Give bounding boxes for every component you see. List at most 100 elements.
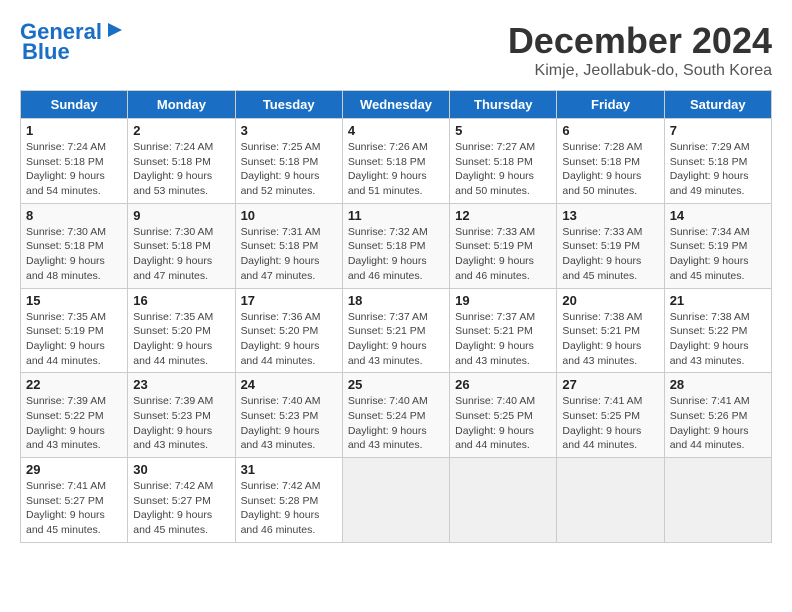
calendar-cell: 7Sunrise: 7:29 AM Sunset: 5:18 PM Daylig…	[664, 119, 771, 204]
day-number: 22	[26, 377, 122, 392]
day-number: 28	[670, 377, 766, 392]
day-number: 3	[241, 123, 337, 138]
weekday-header-wednesday: Wednesday	[342, 91, 449, 119]
day-info: Sunrise: 7:36 AM Sunset: 5:20 PM Dayligh…	[241, 310, 337, 369]
day-info: Sunrise: 7:37 AM Sunset: 5:21 PM Dayligh…	[455, 310, 551, 369]
calendar-cell: 22 Sunrise: 7:39 AM Sunset: 5:22 PM Dayli…	[21, 373, 128, 458]
day-number: 25	[348, 377, 444, 392]
calendar-cell: 27 Sunrise: 7:41 AM Sunset: 5:25 PM Dayli…	[557, 373, 664, 458]
logo-blue-text: Blue	[22, 39, 70, 64]
day-info: Sunrise: 7:28 AM Sunset: 5:18 PM Dayligh…	[562, 140, 658, 199]
calendar-cell: 30 Sunrise: 7:42 AM Sunset: 5:27 PM Dayli…	[128, 458, 235, 543]
weekday-header-thursday: Thursday	[450, 91, 557, 119]
calendar-cell: 29Sunrise: 7:41 AM Sunset: 5:27 PM Dayli…	[21, 458, 128, 543]
day-info: Sunrise: 7:26 AM Sunset: 5:18 PM Dayligh…	[348, 140, 444, 199]
day-number: 17	[241, 293, 337, 308]
day-number: 2	[133, 123, 229, 138]
calendar-cell: 21 Sunrise: 7:38 AM Sunset: 5:22 PM Dayli…	[664, 288, 771, 373]
day-number: 19	[455, 293, 551, 308]
day-number: 20	[562, 293, 658, 308]
day-number: 12	[455, 208, 551, 223]
calendar-cell: 14 Sunrise: 7:34 AM Sunset: 5:19 PM Dayli…	[664, 203, 771, 288]
weekday-header-friday: Friday	[557, 91, 664, 119]
calendar-cell: 10 Sunrise: 7:31 AM Sunset: 5:18 PM Dayli…	[235, 203, 342, 288]
day-info: Sunrise: 7:37 AM Sunset: 5:21 PM Dayligh…	[348, 310, 444, 369]
calendar-cell	[342, 458, 449, 543]
logo: General Blue	[20, 20, 126, 64]
day-info: Sunrise: 7:24 AM Sunset: 5:18 PM Dayligh…	[26, 140, 122, 199]
calendar-cell: 2 Sunrise: 7:24 AM Sunset: 5:18 PM Daylig…	[128, 119, 235, 204]
day-info: Sunrise: 7:39 AM Sunset: 5:23 PM Dayligh…	[133, 394, 229, 453]
calendar-table: SundayMondayTuesdayWednesdayThursdayFrid…	[20, 90, 772, 543]
day-number: 31	[241, 462, 337, 477]
calendar-cell: 17 Sunrise: 7:36 AM Sunset: 5:20 PM Dayli…	[235, 288, 342, 373]
day-number: 23	[133, 377, 229, 392]
day-number: 1	[26, 123, 122, 138]
calendar-cell	[664, 458, 771, 543]
day-number: 26	[455, 377, 551, 392]
day-info: Sunrise: 7:40 AM Sunset: 5:23 PM Dayligh…	[241, 394, 337, 453]
day-info: Sunrise: 7:31 AM Sunset: 5:18 PM Dayligh…	[241, 225, 337, 284]
calendar-cell: 4Sunrise: 7:26 AM Sunset: 5:18 PM Daylig…	[342, 119, 449, 204]
day-info: Sunrise: 7:30 AM Sunset: 5:18 PM Dayligh…	[26, 225, 122, 284]
day-info: Sunrise: 7:33 AM Sunset: 5:19 PM Dayligh…	[562, 225, 658, 284]
weekday-header-saturday: Saturday	[664, 91, 771, 119]
day-number: 6	[562, 123, 658, 138]
calendar-cell: 15 Sunrise: 7:35 AM Sunset: 5:19 PM Dayli…	[21, 288, 128, 373]
calendar-cell: 18 Sunrise: 7:37 AM Sunset: 5:21 PM Dayli…	[342, 288, 449, 373]
day-info: Sunrise: 7:41 AM Sunset: 5:27 PM Dayligh…	[26, 479, 122, 538]
calendar-cell: 6 Sunrise: 7:28 AM Sunset: 5:18 PM Daylig…	[557, 119, 664, 204]
calendar-cell: 16Sunrise: 7:35 AM Sunset: 5:20 PM Dayli…	[128, 288, 235, 373]
day-info: Sunrise: 7:32 AM Sunset: 5:18 PM Dayligh…	[348, 225, 444, 284]
location-subtitle: Kimje, Jeollabuk-do, South Korea	[508, 62, 772, 80]
calendar-cell: 31Sunrise: 7:42 AM Sunset: 5:28 PM Dayli…	[235, 458, 342, 543]
page-header: General Blue December 2024 Kimje, Jeolla…	[20, 20, 772, 80]
day-info: Sunrise: 7:34 AM Sunset: 5:19 PM Dayligh…	[670, 225, 766, 284]
day-info: Sunrise: 7:35 AM Sunset: 5:19 PM Dayligh…	[26, 310, 122, 369]
day-number: 21	[670, 293, 766, 308]
day-number: 24	[241, 377, 337, 392]
day-number: 10	[241, 208, 337, 223]
day-info: Sunrise: 7:24 AM Sunset: 5:18 PM Dayligh…	[133, 140, 229, 199]
calendar-cell: 13 Sunrise: 7:33 AM Sunset: 5:19 PM Dayli…	[557, 203, 664, 288]
day-info: Sunrise: 7:30 AM Sunset: 5:18 PM Dayligh…	[133, 225, 229, 284]
day-info: Sunrise: 7:42 AM Sunset: 5:27 PM Dayligh…	[133, 479, 229, 538]
calendar-cell: 20 Sunrise: 7:38 AM Sunset: 5:21 PM Dayli…	[557, 288, 664, 373]
day-number: 11	[348, 208, 444, 223]
day-number: 18	[348, 293, 444, 308]
calendar-cell: 5 Sunrise: 7:27 AM Sunset: 5:18 PM Daylig…	[450, 119, 557, 204]
weekday-header-monday: Monday	[128, 91, 235, 119]
calendar-cell: 26 Sunrise: 7:40 AM Sunset: 5:25 PM Dayli…	[450, 373, 557, 458]
calendar-cell: 8 Sunrise: 7:30 AM Sunset: 5:18 PM Daylig…	[21, 203, 128, 288]
day-number: 30	[133, 462, 229, 477]
day-number: 7	[670, 123, 766, 138]
calendar-cell: 9Sunrise: 7:30 AM Sunset: 5:18 PM Daylig…	[128, 203, 235, 288]
day-info: Sunrise: 7:38 AM Sunset: 5:21 PM Dayligh…	[562, 310, 658, 369]
calendar-cell: 24 Sunrise: 7:40 AM Sunset: 5:23 PM Dayli…	[235, 373, 342, 458]
calendar-cell: 28 Sunrise: 7:41 AM Sunset: 5:26 PM Dayli…	[664, 373, 771, 458]
day-info: Sunrise: 7:33 AM Sunset: 5:19 PM Dayligh…	[455, 225, 551, 284]
day-number: 16	[133, 293, 229, 308]
day-info: Sunrise: 7:40 AM Sunset: 5:24 PM Dayligh…	[348, 394, 444, 453]
calendar-cell: 3Sunrise: 7:25 AM Sunset: 5:18 PM Daylig…	[235, 119, 342, 204]
day-info: Sunrise: 7:38 AM Sunset: 5:22 PM Dayligh…	[670, 310, 766, 369]
day-number: 14	[670, 208, 766, 223]
weekday-header-sunday: Sunday	[21, 91, 128, 119]
day-info: Sunrise: 7:41 AM Sunset: 5:25 PM Dayligh…	[562, 394, 658, 453]
calendar-cell	[450, 458, 557, 543]
day-info: Sunrise: 7:41 AM Sunset: 5:26 PM Dayligh…	[670, 394, 766, 453]
calendar-cell: 11 Sunrise: 7:32 AM Sunset: 5:18 PM Dayli…	[342, 203, 449, 288]
calendar-cell	[557, 458, 664, 543]
day-number: 5	[455, 123, 551, 138]
day-info: Sunrise: 7:27 AM Sunset: 5:18 PM Dayligh…	[455, 140, 551, 199]
day-info: Sunrise: 7:39 AM Sunset: 5:22 PM Dayligh…	[26, 394, 122, 453]
day-number: 13	[562, 208, 658, 223]
day-number: 15	[26, 293, 122, 308]
weekday-header-tuesday: Tuesday	[235, 91, 342, 119]
day-number: 27	[562, 377, 658, 392]
title-section: December 2024 Kimje, Jeollabuk-do, South…	[508, 20, 772, 80]
calendar-cell: 19 Sunrise: 7:37 AM Sunset: 5:21 PM Dayli…	[450, 288, 557, 373]
calendar-cell: 23 Sunrise: 7:39 AM Sunset: 5:23 PM Dayli…	[128, 373, 235, 458]
day-number: 8	[26, 208, 122, 223]
day-info: Sunrise: 7:40 AM Sunset: 5:25 PM Dayligh…	[455, 394, 551, 453]
